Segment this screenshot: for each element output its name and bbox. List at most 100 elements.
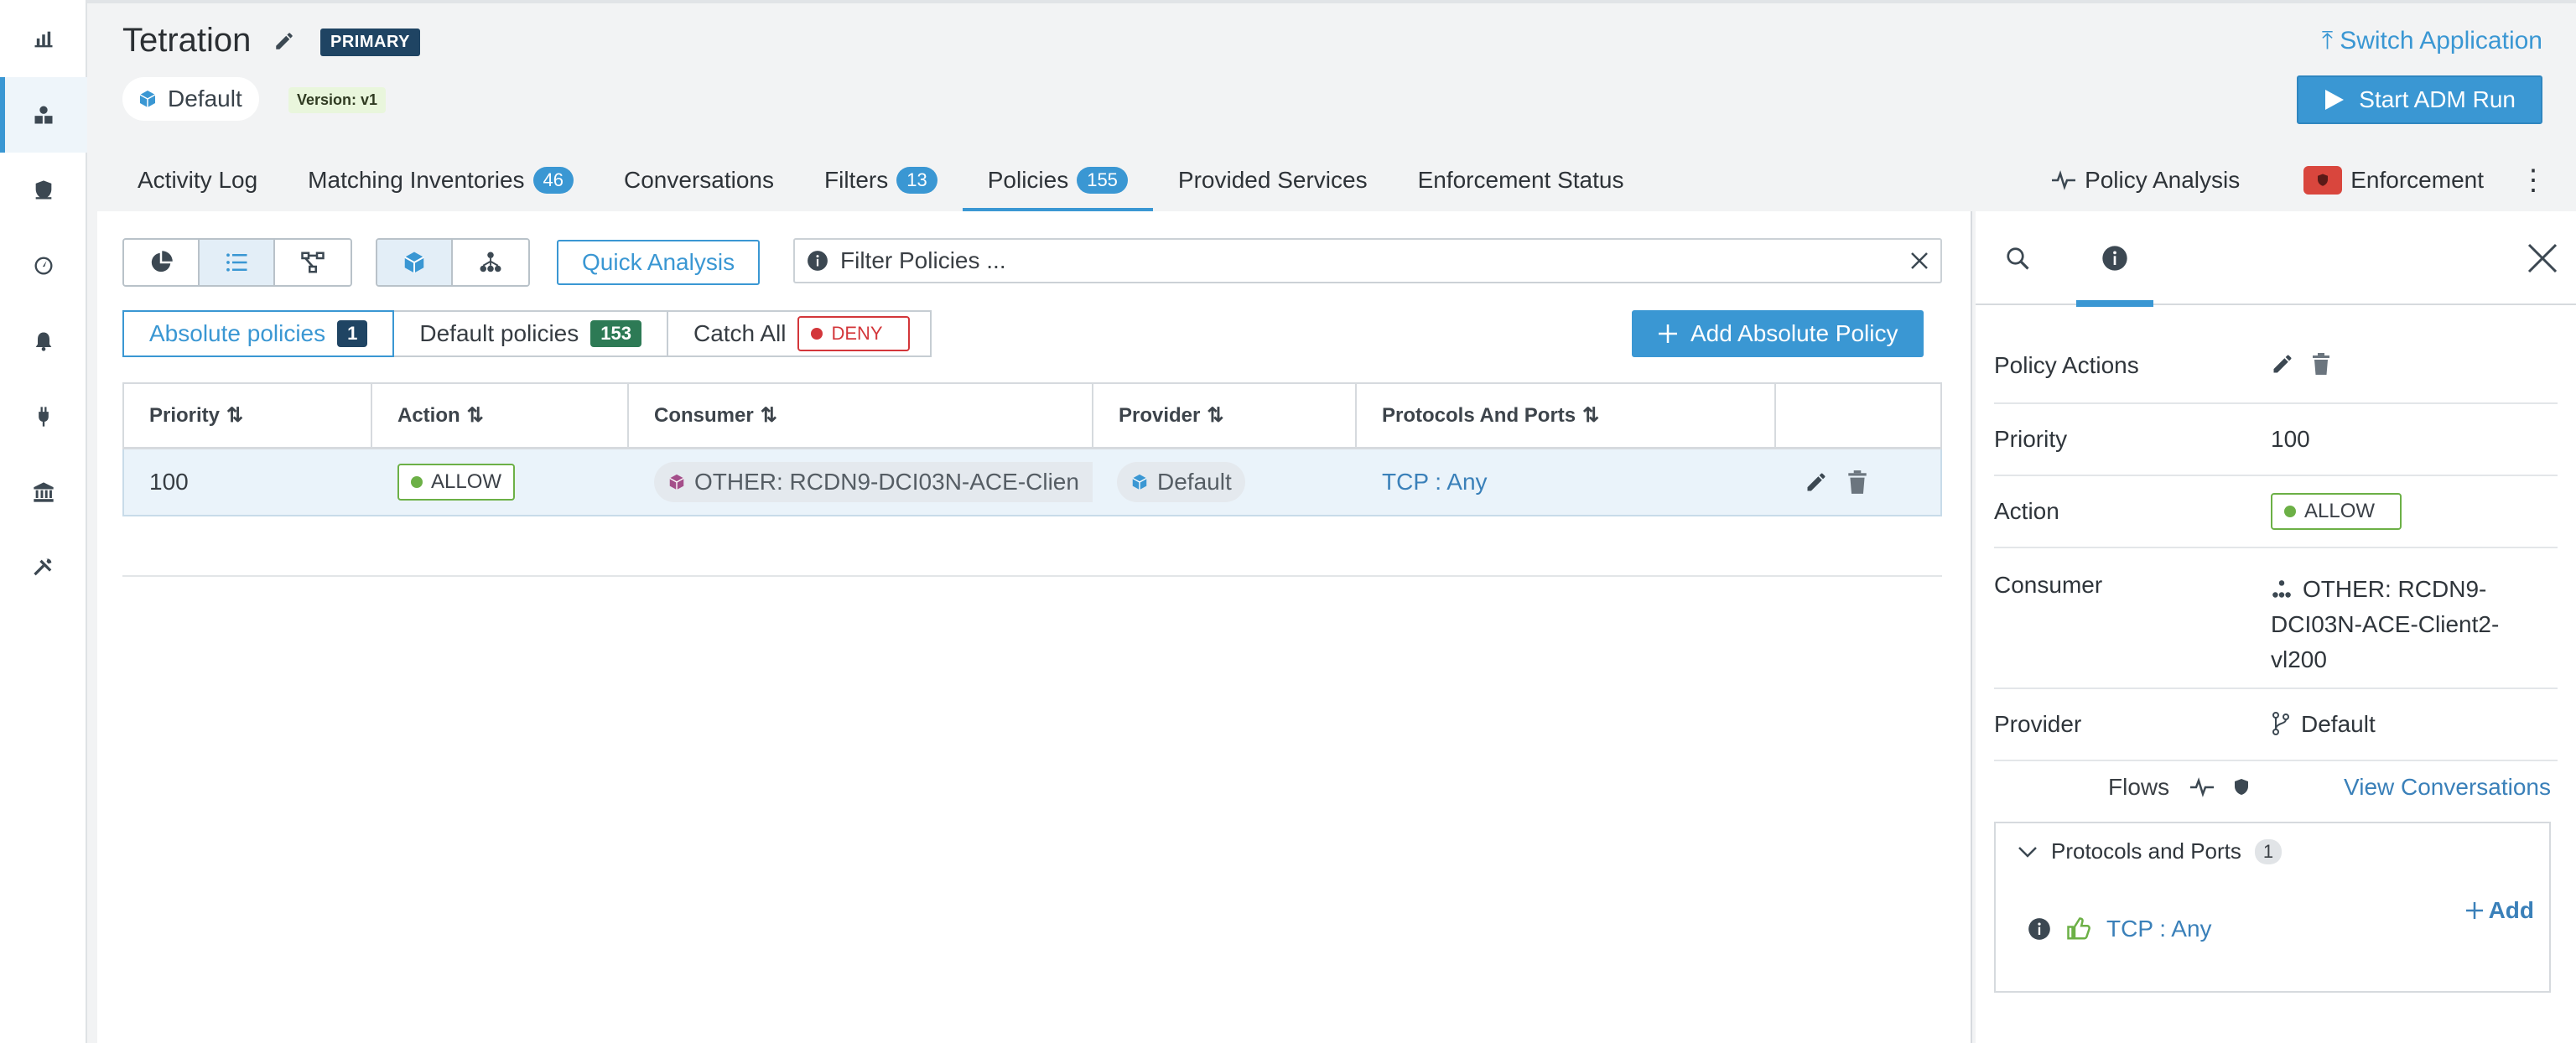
- nav-applications[interactable]: [0, 77, 87, 153]
- tab-filters[interactable]: Filters 13: [799, 146, 963, 215]
- detail-row-provider: Provider Default: [1994, 689, 2558, 761]
- table-row[interactable]: 100 ALLOW OTHER: RCDN9-DCI03N-ACE-Clien: [122, 449, 1942, 516]
- tab-enforcement-status[interactable]: Enforcement Status: [1393, 146, 1649, 215]
- catch-all-tab[interactable]: Catch All DENY: [666, 310, 932, 357]
- enforcement-tab[interactable]: Enforcement: [2272, 146, 2516, 215]
- nav-monitoring[interactable]: [0, 228, 87, 304]
- detail-row-priority: Priority 100: [1994, 404, 2558, 476]
- chevron-down-icon: [2018, 846, 2037, 858]
- nav-organization[interactable]: [0, 454, 87, 530]
- view-conversations-link[interactable]: View Conversations: [2344, 774, 2551, 801]
- tab-provided-services[interactable]: Provided Services: [1153, 146, 1393, 215]
- more-options-icon[interactable]: ⋮: [2516, 163, 2551, 197]
- absolute-policies-tab[interactable]: Absolute policies 1: [122, 310, 395, 357]
- tab-count-badge: 155: [1077, 167, 1128, 194]
- primary-badge: PRIMARY: [320, 29, 420, 56]
- list-view-button[interactable]: [200, 240, 275, 285]
- tab-label: Policies: [987, 167, 1069, 193]
- edit-pencil-icon[interactable]: [1805, 470, 1828, 494]
- edit-pencil-icon[interactable]: [2271, 352, 2294, 376]
- cell-protocols[interactable]: TCP : Any: [1357, 449, 1776, 515]
- tab-policies[interactable]: Policies 155: [962, 146, 1154, 215]
- detail-provider-value[interactable]: Default: [2271, 689, 2558, 760]
- filter-mode-button[interactable]: [453, 240, 528, 285]
- start-adm-run-label: Start ADM Run: [2359, 86, 2516, 112]
- add-protocol-button[interactable]: Add: [2464, 897, 2534, 924]
- default-policies-label: Default policies: [419, 320, 579, 346]
- play-icon: [2325, 90, 2345, 110]
- catch-all-deny-select[interactable]: DENY: [797, 316, 910, 351]
- tab-activity-log[interactable]: Activity Log: [112, 146, 283, 215]
- filter-policies-input[interactable]: Filter Policies ...: [793, 238, 1942, 283]
- deny-dot-icon: [811, 328, 823, 340]
- close-icon[interactable]: [2526, 241, 2559, 275]
- hierarchy-icon: [2272, 580, 2291, 598]
- cell-provider[interactable]: Default: [1093, 449, 1357, 515]
- column-provider[interactable]: Provider ⇅: [1093, 384, 1357, 447]
- app-header: Tetration PRIMARY Default Version: v1 ⤒ …: [87, 0, 2576, 215]
- detail-action-value: ALLOW: [2271, 476, 2558, 547]
- provider-pill[interactable]: Default: [1117, 462, 1245, 502]
- shield-icon: [35, 180, 52, 200]
- nav-alerts[interactable]: [0, 304, 87, 379]
- protocol-item: TCP : Any: [2028, 916, 2212, 942]
- column-protocols[interactable]: Protocols And Ports ⇅: [1357, 384, 1776, 447]
- policy-detail-panel: Policy Actions Priority 100 Action ALLOW: [1976, 211, 2576, 1043]
- cluster-mode-button[interactable]: [377, 240, 453, 285]
- tab-info[interactable]: [2076, 211, 2153, 307]
- tab-conversations[interactable]: Conversations: [599, 146, 799, 215]
- quick-analysis-button[interactable]: Quick Analysis: [557, 240, 761, 285]
- scope-chip[interactable]: Default: [122, 77, 259, 121]
- consumer-line: OTHER: RCDN9-: [2271, 572, 2558, 607]
- sort-icon: ⇅: [1207, 404, 1224, 427]
- main-tabs: Activity Log Matching Inventories 46 Conv…: [112, 146, 1649, 215]
- plus-icon: [1659, 324, 1677, 343]
- plus-icon: [2465, 902, 2483, 919]
- shield-icon[interactable]: [2231, 776, 2251, 798]
- sort-icon: ⇅: [760, 404, 777, 427]
- tab-count-badge: 13: [896, 167, 937, 194]
- protocols-count-badge: 1: [2254, 838, 2283, 864]
- clear-icon[interactable]: [1910, 252, 1929, 270]
- start-adm-run-button[interactable]: Start ADM Run: [2297, 75, 2542, 124]
- protocol-item-label[interactable]: TCP : Any: [2106, 916, 2212, 942]
- info-icon: [2102, 246, 2127, 271]
- add-absolute-policy-label: Add Absolute Policy: [1690, 320, 1898, 346]
- edit-pencil-icon[interactable]: [273, 30, 295, 52]
- consumer-pill[interactable]: OTHER: RCDN9-DCI03N-ACE-Clien: [654, 462, 1093, 502]
- nav-dashboard[interactable]: [0, 2, 87, 77]
- pie-view-button[interactable]: [124, 240, 200, 285]
- tab-matching-inventories[interactable]: Matching Inventories 46: [283, 146, 599, 215]
- flows-label: Flows: [2108, 774, 2170, 800]
- catch-all-label: Catch All: [693, 320, 787, 346]
- detail-consumer-value[interactable]: OTHER: RCDN9- DCI03N-ACE-Client2- vl200: [2271, 548, 2558, 688]
- nav-security[interactable]: [0, 153, 87, 228]
- protocols-ports-toggle[interactable]: Protocols and Ports 1: [2018, 838, 2283, 864]
- graph-view-button[interactable]: [275, 240, 351, 285]
- allow-label: ALLOW: [431, 470, 502, 493]
- header-right-tabs: Policy Analysis Enforcement ⋮: [2019, 146, 2551, 215]
- column-action[interactable]: Action ⇅: [372, 384, 629, 447]
- cell-consumer[interactable]: OTHER: RCDN9-DCI03N-ACE-Clien: [629, 449, 1093, 515]
- deny-label: DENY: [831, 323, 883, 344]
- column-consumer[interactable]: Consumer ⇅: [629, 384, 1093, 447]
- policy-detail-list: Policy Actions Priority 100 Action ALLOW: [1994, 305, 2558, 813]
- policy-analysis-tab[interactable]: Policy Analysis: [2019, 146, 2272, 215]
- sort-icon: ⇅: [1582, 404, 1600, 427]
- trash-icon[interactable]: [1846, 470, 1868, 495]
- add-absolute-policy-button[interactable]: Add Absolute Policy: [1632, 310, 1924, 357]
- default-policies-tab[interactable]: Default policies 153: [392, 310, 668, 357]
- column-actions: [1776, 384, 1940, 447]
- tab-search[interactable]: [1979, 211, 2056, 305]
- cube-icon: [1132, 474, 1147, 490]
- info-icon: [2028, 918, 2050, 940]
- trash-icon[interactable]: [2311, 352, 2331, 376]
- pulse-icon[interactable]: [2189, 777, 2215, 797]
- nav-tools[interactable]: [0, 530, 87, 605]
- nav-connectors[interactable]: [0, 379, 87, 454]
- detail-label: Action: [1994, 498, 2059, 524]
- version-badge: Version: v1: [288, 87, 387, 113]
- column-priority[interactable]: Priority ⇅: [124, 384, 372, 447]
- switch-application-link[interactable]: ⤒ Switch Application: [2322, 27, 2542, 55]
- column-label: Consumer: [654, 403, 754, 427]
